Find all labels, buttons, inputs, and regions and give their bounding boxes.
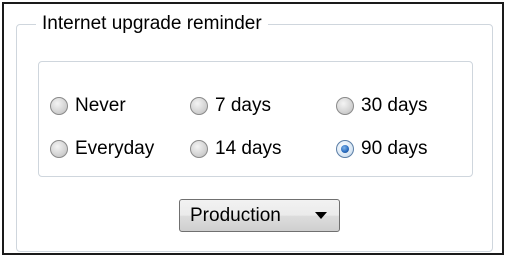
radio-button-icon: [50, 140, 68, 158]
radio-label: Never: [75, 95, 126, 116]
radio-never[interactable]: Never: [50, 92, 126, 120]
group-title: Internet upgrade reminder: [36, 11, 268, 37]
radio-label: 7 days: [215, 95, 271, 116]
radio-button-icon: [190, 97, 208, 115]
radio-button-icon: [190, 140, 208, 158]
radio-everyday[interactable]: Everyday: [50, 135, 154, 163]
radio-button-icon: [336, 97, 354, 115]
radio-label: 14 days: [215, 138, 282, 159]
radio-7-days[interactable]: 7 days: [190, 92, 271, 120]
window-frame: Internet upgrade reminder Never 7 days 3…: [2, 2, 504, 255]
radio-button-icon: [50, 97, 68, 115]
radio-30-days[interactable]: 30 days: [336, 92, 428, 120]
radio-button-checked-icon: [336, 140, 354, 158]
radio-90-days[interactable]: 90 days: [336, 135, 428, 163]
environment-dropdown[interactable]: Production: [179, 199, 340, 232]
radio-label: 30 days: [361, 95, 428, 116]
radio-label: Everyday: [75, 138, 155, 159]
radio-label: 90 days: [361, 138, 428, 159]
dropdown-selected-value: Production: [190, 204, 281, 226]
radio-selected-dot: [341, 145, 349, 153]
radio-14-days[interactable]: 14 days: [190, 135, 282, 163]
chevron-down-icon: [315, 212, 327, 219]
